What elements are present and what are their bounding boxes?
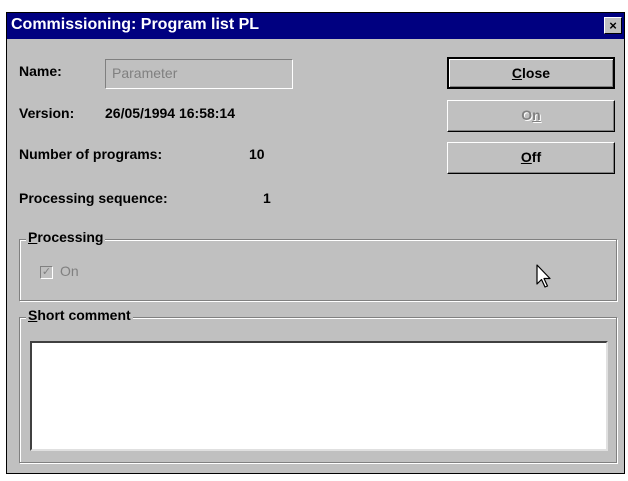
- number-of-programs-value: 10: [249, 146, 265, 162]
- window-title: Commissioning: Program list PL: [11, 16, 260, 33]
- processing-group-label: Processing: [26, 229, 106, 245]
- processing-sequence-value: 1: [263, 190, 271, 206]
- processing-label-text: rocessing: [37, 229, 104, 245]
- version-label: Version:: [19, 105, 75, 121]
- mouse-pointer-icon: [536, 264, 551, 288]
- on-button-label: O: [521, 107, 533, 123]
- version-value: 26/05/1994 16:58:14: [105, 105, 235, 121]
- close-button-label: lose: [522, 65, 551, 81]
- title-bar: Commissioning: Program list PL ×: [7, 13, 624, 39]
- close-button[interactable]: Close: [447, 57, 615, 89]
- short-comment-group: Short comment: [19, 307, 617, 463]
- close-button-mnemonic: C: [511, 65, 523, 81]
- number-of-programs-label: Number of programs:: [19, 146, 163, 162]
- short-comment-label-text: hort comment: [37, 307, 131, 323]
- on-button[interactable]: On: [447, 100, 615, 132]
- name-label: Name:: [19, 63, 62, 79]
- processing-on-label: On: [60, 263, 79, 279]
- short-comment-group-label: Short comment: [26, 307, 133, 323]
- off-button[interactable]: Off: [447, 142, 615, 174]
- checkmark-icon: ✓: [41, 266, 52, 278]
- short-comment-label-mnemonic: S: [28, 307, 38, 323]
- program-list-dialog: Commissioning: Program list PL × Name: P…: [6, 12, 625, 474]
- close-icon[interactable]: ×: [604, 17, 622, 34]
- processing-on-checkbox[interactable]: ✓: [40, 266, 53, 279]
- on-button-mnemonic: n: [532, 107, 541, 123]
- off-button-label: ff: [531, 149, 542, 165]
- off-button-mnemonic: O: [520, 149, 532, 165]
- processing-label-mnemonic: P: [28, 229, 38, 245]
- processing-sequence-label: Processing sequence:: [19, 190, 168, 206]
- name-field: Parameter: [105, 59, 293, 89]
- processing-group: Processing ✓ On: [19, 229, 617, 301]
- short-comment-textarea[interactable]: [30, 341, 608, 451]
